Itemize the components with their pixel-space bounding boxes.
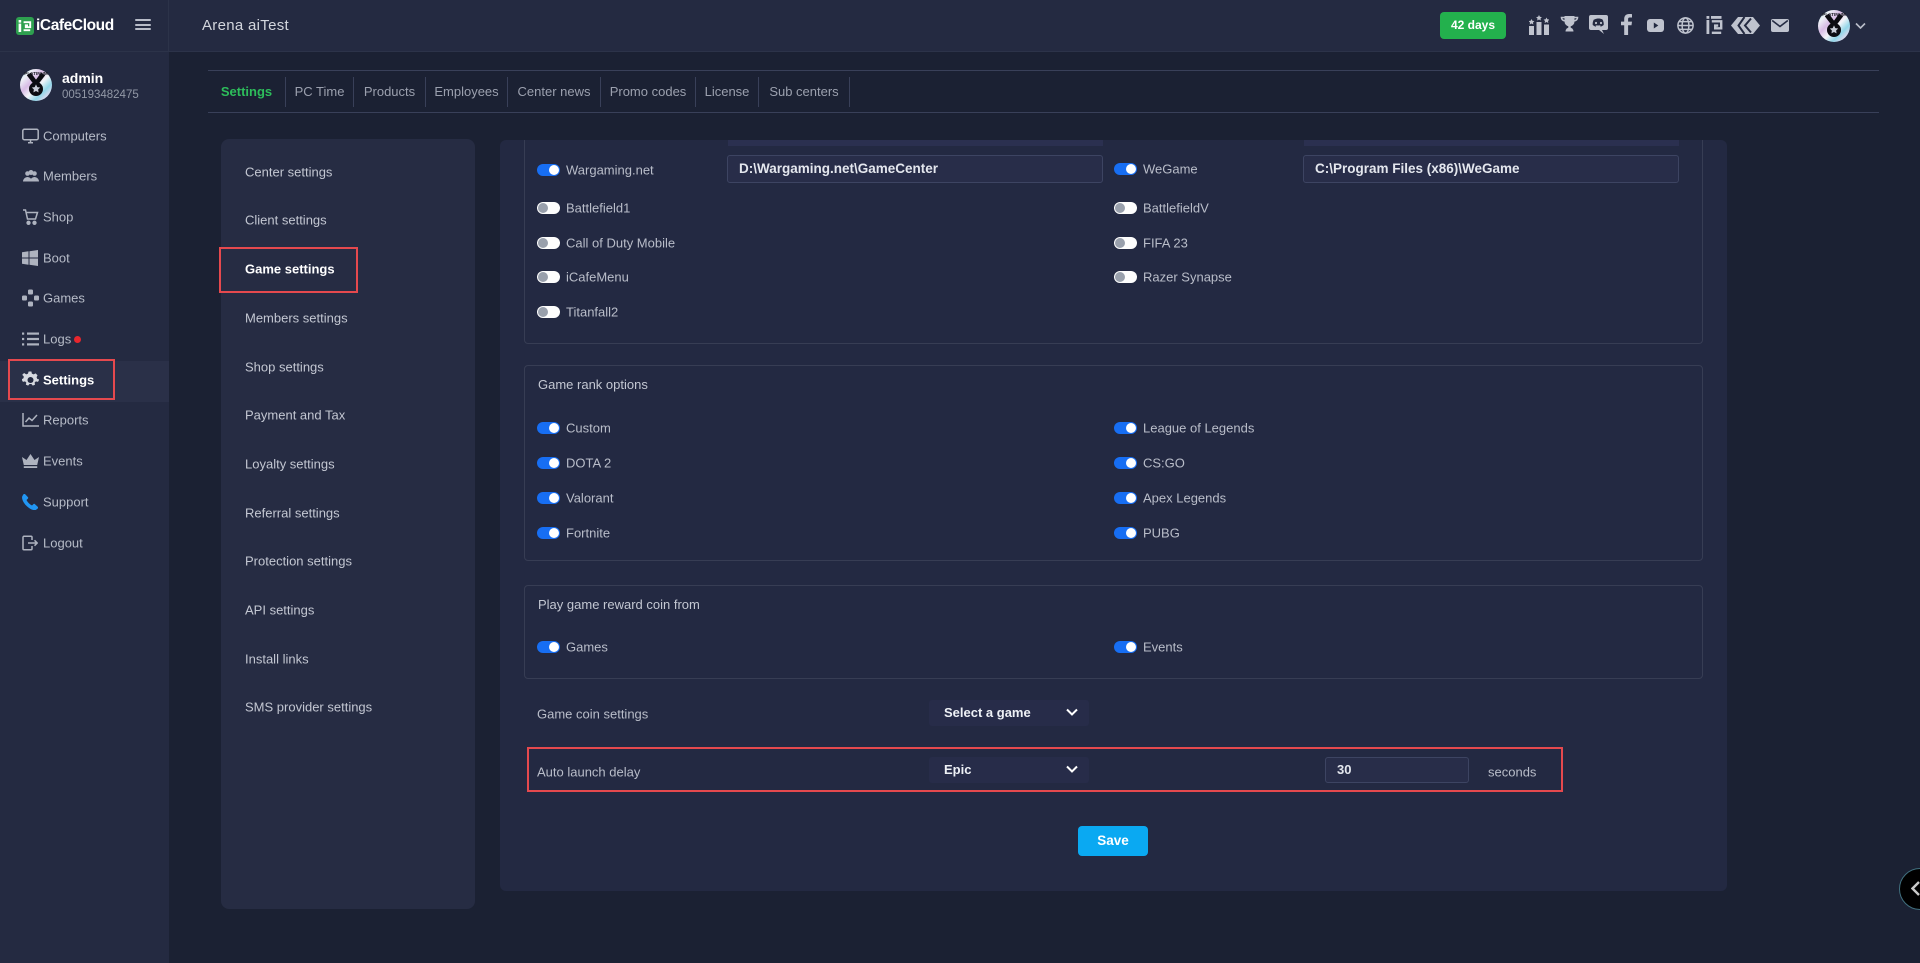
- svg-text:PLATINUM: PLATINUM: [1822, 12, 1846, 17]
- svg-text:PLATINUM: PLATINUM: [24, 71, 48, 76]
